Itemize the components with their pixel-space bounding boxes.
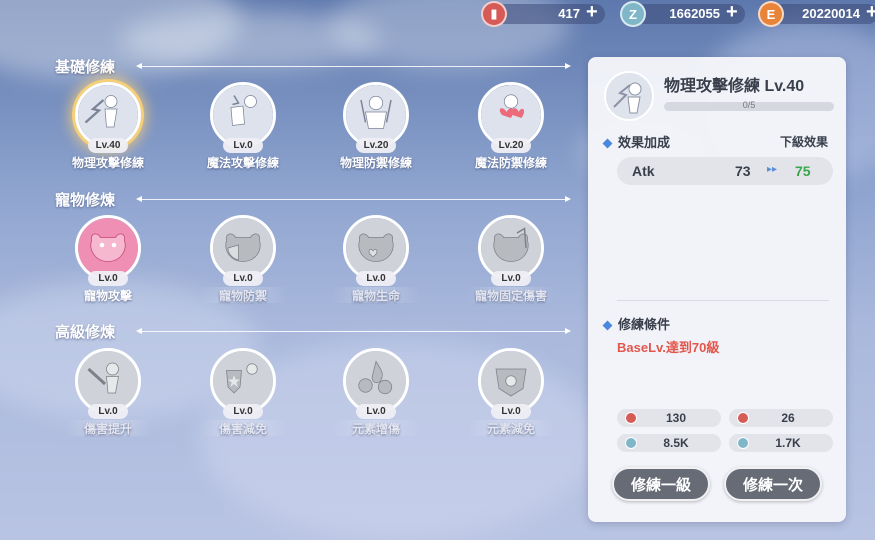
- ticket-icon: [737, 412, 749, 424]
- cost-value: 26: [781, 411, 795, 425]
- add-currency-button[interactable]: +: [586, 2, 598, 22]
- diamond-icon: [602, 320, 613, 331]
- level-badge: Lv.0: [491, 404, 531, 419]
- add-currency-button[interactable]: +: [726, 2, 738, 22]
- level-badge: Lv.0: [223, 271, 263, 286]
- requirement-text: BaseLv.達到70級: [617, 340, 720, 355]
- ticket-icon: [625, 412, 637, 424]
- skill-name: 傷害提升: [83, 422, 132, 436]
- cost-value: 1.7K: [775, 436, 801, 450]
- section-divider: [136, 63, 571, 69]
- skill-name: 寵物生命: [351, 289, 400, 303]
- effect-heading: 效果加成: [602, 132, 670, 151]
- level-badge: Lv.40: [88, 138, 128, 153]
- progress-text: 0/5: [742, 100, 756, 110]
- level-badge: Lv.0: [356, 404, 396, 419]
- add-currency-button[interactable]: +: [866, 2, 875, 22]
- skill-name: 寵物固定傷害: [474, 289, 547, 303]
- skill-node[interactable]: Lv.0 魔法攻擊修練: [195, 82, 291, 182]
- skill-name: 物理防禦修練: [339, 156, 412, 170]
- skill-node[interactable]: Lv.0 元素增傷: [328, 348, 424, 448]
- level-badge: Lv.20: [356, 138, 396, 153]
- skill-node[interactable]: Lv.40 物理攻擊修練: [60, 82, 156, 182]
- skill-node[interactable]: Lv.20 物理防禦修練: [328, 82, 424, 182]
- skill-node[interactable]: Lv.20 魔法防禦修練: [463, 82, 559, 182]
- level-badge: Lv.0: [88, 404, 128, 419]
- level-badge: Lv.0: [223, 404, 263, 419]
- skill-name: 傷害減免: [218, 422, 267, 436]
- cost-value: 130: [665, 411, 687, 425]
- section-title: 高級修煉: [55, 324, 116, 341]
- currency-value: 417: [558, 6, 580, 21]
- skill-node[interactable]: Lv.0 傷害提升: [60, 348, 156, 448]
- section-title: 基礎修練: [55, 59, 116, 76]
- next-effect-heading: 下級效果: [780, 135, 829, 149]
- level-badge: Lv.0: [356, 271, 396, 286]
- train-one-level-button[interactable]: 修練一級: [612, 467, 710, 501]
- skill-node[interactable]: Lv.0 寵物固定傷害: [463, 215, 559, 315]
- cost-value: 8.5K: [663, 436, 689, 450]
- skill-name: 元素增傷: [351, 422, 400, 436]
- skill-node[interactable]: Lv.0 元素減免: [463, 348, 559, 448]
- level-badge: Lv.0: [88, 271, 128, 286]
- double-arrow-icon: ▸▸: [767, 164, 778, 175]
- selected-skill-icon: [604, 71, 654, 121]
- diamond-icon: [602, 138, 613, 149]
- cost-item: 1.7K: [729, 434, 833, 452]
- skill-name: 寵物攻擊: [83, 289, 132, 303]
- skill-node[interactable]: Lv.0 寵物攻擊: [60, 215, 156, 315]
- zeny-coin-icon: [625, 437, 637, 449]
- skill-name: 寵物防禦: [218, 289, 267, 303]
- cost-item: 26: [729, 409, 833, 427]
- skill-name: 元素減免: [486, 422, 535, 436]
- section-divider: [136, 328, 571, 334]
- zeny-coin-icon: [737, 437, 749, 449]
- level-badge: Lv.0: [491, 271, 531, 286]
- level-badge: Lv.20: [491, 138, 531, 153]
- stat-next-value: 75: [795, 163, 811, 179]
- stat-current-value: 73: [735, 163, 751, 179]
- divider: [617, 300, 829, 301]
- skill-name: 物理攻擊修練: [71, 156, 144, 170]
- skill-node[interactable]: Lv.0 寵物防禦: [195, 215, 291, 315]
- stat-row: Atk 73 ▸▸ 75: [617, 157, 833, 185]
- currency-value: 1662055: [669, 6, 720, 21]
- skill-name: 魔法防禦修練: [474, 156, 547, 170]
- level-badge: Lv.0: [223, 138, 263, 153]
- section-title: 寵物修煉: [55, 192, 116, 209]
- detail-panel: 物理攻擊修練 Lv.40 0/5 效果加成 下級效果 Atk 73 ▸▸ 75 …: [588, 57, 846, 522]
- currency-value: 20220014: [802, 6, 860, 21]
- cost-item: 8.5K: [617, 434, 721, 452]
- skill-node[interactable]: Lv.0 傷害減免: [195, 348, 291, 448]
- detail-title: 物理攻擊修練 Lv.40: [664, 78, 805, 95]
- requirement-heading: 修練條件: [602, 314, 670, 333]
- section-divider: [136, 196, 571, 202]
- train-once-button[interactable]: 修練一次: [724, 467, 822, 501]
- cost-item: 130: [617, 409, 721, 427]
- stat-name: Atk: [632, 163, 655, 179]
- skill-name: 魔法攻擊修練: [206, 156, 279, 170]
- skill-node[interactable]: Lv.0 寵物生命: [328, 215, 424, 315]
